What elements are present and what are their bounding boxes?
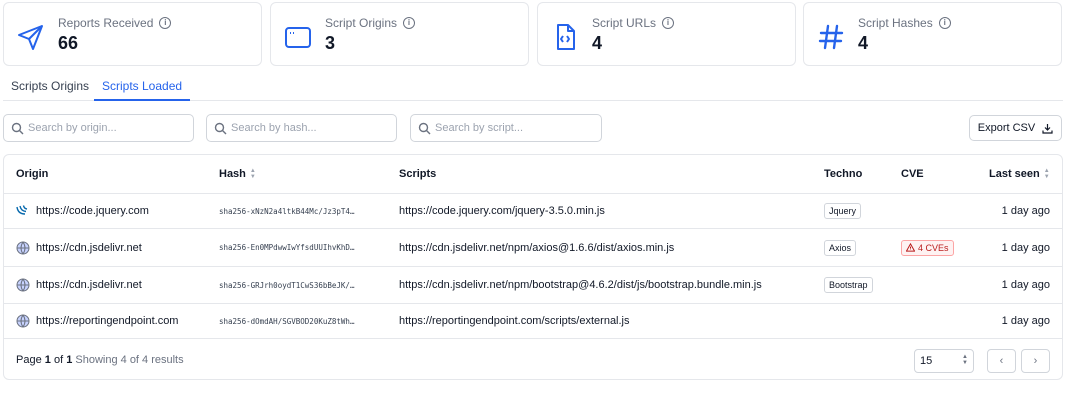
- globe-icon: [16, 314, 30, 328]
- search-icon: [418, 122, 431, 135]
- stat-label: Script Origins: [325, 16, 398, 30]
- results-count: Showing 4 of 4 results: [75, 354, 184, 366]
- column-header-scripts: Scripts: [399, 168, 437, 180]
- origin-text: https://cdn.jsdelivr.net: [36, 279, 142, 291]
- column-header-techno: Techno: [824, 168, 863, 180]
- script-url-text: https://cdn.jsdelivr.net/npm/axios@1.6.6…: [399, 241, 675, 254]
- search-icon: [11, 122, 24, 135]
- stat-value: 66: [58, 33, 79, 53]
- last-seen-text: 1 day ago: [1001, 315, 1050, 327]
- script-url-text: https://cdn.jsdelivr.net/npm/bootstrap@4…: [399, 279, 762, 291]
- scripts-table: Origin Hash ▲ ▼ Scripts Techno CVE Last se…: [3, 154, 1063, 380]
- hash-text: sha256-En0MPdwwIwYfsdUUIhvKhD…: [219, 243, 355, 252]
- hash-icon: [818, 24, 844, 50]
- send-icon: [18, 25, 43, 50]
- globe-icon: [16, 241, 30, 254]
- browser-window-icon: [285, 27, 311, 48]
- stat-label: Script Hashes: [858, 16, 933, 30]
- script-url-text: https://code.jquery.com/jquery-3.5.0.min…: [399, 205, 605, 217]
- script-url-text: https://reportingendpoint.com/scripts/ex…: [399, 315, 630, 327]
- techno-badge: Axios: [824, 239, 857, 256]
- cve-count-text: 4 CVEs: [918, 242, 949, 253]
- techno-badge: Bootstrap: [824, 277, 873, 293]
- chevron-updown-icon: ▲ ▼: [962, 354, 968, 366]
- search-hash-field: [206, 114, 397, 142]
- table-header: Origin Hash ▲ ▼ Scripts Techno CVE Last se…: [4, 155, 1062, 194]
- search-origin-field: [3, 114, 194, 142]
- hash-text: sha256-dOmdAH/SGVBOD20KuZ8tWh…: [219, 316, 355, 326]
- export-csv-button[interactable]: Export CSV: [969, 115, 1062, 141]
- search-origin-input[interactable]: [28, 120, 187, 136]
- table-row[interactable]: https://code.jquery.com sha256-xNzN2a4lt…: [4, 194, 1062, 229]
- jquery-logo-icon: [16, 205, 28, 215]
- origin-text: https://code.jquery.com: [36, 205, 149, 217]
- search-script-field: [410, 114, 602, 142]
- stat-label: Reports Received: [58, 16, 154, 30]
- previous-page-button[interactable]: ‹: [987, 349, 1016, 373]
- info-icon[interactable]: i: [159, 17, 172, 29]
- stat-card-script-urls: Script URLs i 4: [537, 2, 796, 66]
- stat-label: Script URLs: [592, 16, 657, 30]
- search-hash-input[interactable]: [231, 120, 390, 136]
- pagination-bar: Page 1 of 1 Showing 4 of 4 results 15 ▲ ▼…: [4, 342, 1062, 379]
- stat-card-script-hashes: Script Hashes i 4: [803, 2, 1062, 66]
- origin-text: https://cdn.jsdelivr.net: [36, 241, 142, 254]
- table-row[interactable]: https://cdn.jsdelivr.net sha256-GRJrh0oy…: [4, 267, 1062, 304]
- next-page-button[interactable]: ›: [1021, 349, 1050, 373]
- stat-card-reports-received: Reports Received i 66: [3, 2, 262, 66]
- stats-row: Reports Received i 66 Script Origins i 3 S…: [3, 2, 1063, 66]
- tabs: Scripts Origins Scripts Loaded: [3, 72, 1063, 101]
- table-row[interactable]: https://reportingendpoint.com sha256-dOm…: [4, 304, 1062, 339]
- last-seen-text: 1 day ago: [1001, 241, 1050, 254]
- page-size-select[interactable]: 15 ▲ ▼: [914, 349, 974, 373]
- info-icon[interactable]: i: [403, 17, 416, 29]
- column-header-cve: CVE: [901, 168, 924, 180]
- column-header-origin: Origin: [16, 168, 49, 180]
- search-script-input[interactable]: [435, 120, 595, 136]
- last-seen-text: 1 day ago: [1001, 205, 1050, 217]
- stat-value: 3: [325, 33, 336, 53]
- stat-value: 4: [592, 33, 603, 53]
- search-icon: [214, 122, 227, 135]
- info-icon[interactable]: i: [662, 17, 675, 29]
- export-csv-label: Export CSV: [977, 122, 1036, 134]
- info-icon[interactable]: i: [938, 17, 951, 29]
- origin-text: https://reportingendpoint.com: [36, 315, 179, 327]
- techno-badge: Jquery: [824, 203, 862, 219]
- stat-value: 4: [858, 33, 869, 53]
- globe-icon: [16, 278, 30, 292]
- cve-badge[interactable]: 4 CVEs: [901, 239, 954, 256]
- sort-icon: ▲ ▼: [1043, 168, 1050, 180]
- warning-icon: [906, 243, 915, 252]
- download-icon: [1042, 123, 1053, 134]
- hash-text: sha256-GRJrh0oydT1CwS36bBeJK/…: [219, 280, 355, 290]
- tab-scripts-loaded[interactable]: Scripts Loaded: [94, 72, 191, 101]
- code-file-icon: [557, 24, 575, 50]
- column-header-hash[interactable]: Hash ▲ ▼: [219, 168, 256, 180]
- last-seen-text: 1 day ago: [1001, 279, 1050, 291]
- column-header-last-seen[interactable]: Last seen ▲ ▼: [989, 168, 1050, 180]
- hash-text: sha256-xNzN2a4ltkB44Mc/Jz3pT4…: [219, 206, 355, 216]
- sort-icon: ▲ ▼: [249, 168, 256, 180]
- tab-scripts-origins[interactable]: Scripts Origins: [3, 72, 97, 101]
- stat-card-script-origins: Script Origins i 3: [270, 2, 529, 66]
- page-info: Page 1 of 1 Showing 4 of 4 results: [16, 354, 184, 366]
- table-row[interactable]: https://cdn.jsdelivr.net sha256-En0MPdww…: [4, 229, 1062, 267]
